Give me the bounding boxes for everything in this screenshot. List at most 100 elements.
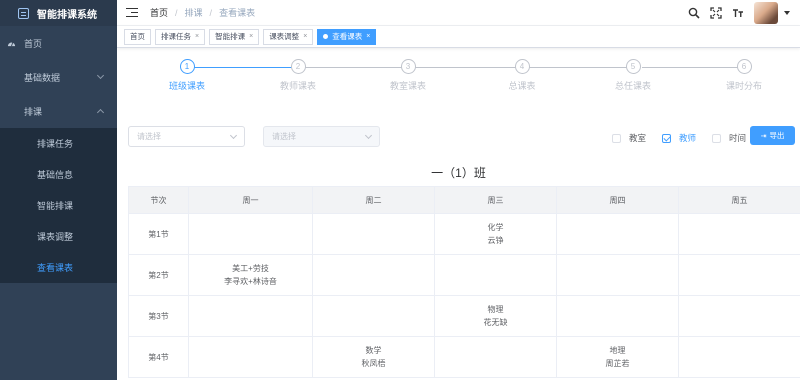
- export-button[interactable]: ⇥ 导出: [750, 126, 795, 145]
- tag-label: 查看课表: [332, 32, 363, 41]
- course-teacher: 秋凤梧: [361, 359, 386, 368]
- dashboard-icon: [7, 41, 16, 47]
- step-number: 2: [290, 59, 306, 74]
- app-logo[interactable]: 智能排课系统: [0, 0, 117, 26]
- class-select[interactable]: 请选择: [263, 126, 380, 147]
- timetable-cell[interactable]: [556, 254, 679, 296]
- hamburger-icon[interactable]: [126, 7, 138, 18]
- chevron-up-icon: [96, 108, 105, 117]
- breadcrumb-item: 查看课表: [219, 8, 256, 18]
- breadcrumb-item: 排课: [184, 8, 203, 18]
- timetable-cell[interactable]: [434, 254, 557, 296]
- sidebar-item-scheduling[interactable]: 排课: [0, 94, 117, 128]
- timetable-cell[interactable]: 美工+劳技 李寻欢+林诗音: [188, 254, 313, 296]
- timetable-cell[interactable]: [188, 213, 313, 255]
- sidebar-item-schedule-task[interactable]: 排课任务: [0, 128, 117, 159]
- caret-down-icon[interactable]: [784, 11, 790, 15]
- step-number: 4: [514, 59, 530, 74]
- tag-home[interactable]: 首页: [124, 28, 151, 45]
- checkbox-classroom[interactable]: 教室: [612, 132, 646, 144]
- step-class-timetable[interactable]: 1 班级课表: [147, 59, 227, 92]
- tag-schedule-task[interactable]: 排课任务 ×: [155, 28, 206, 45]
- step-total-timetable[interactable]: 4 总课表: [482, 59, 562, 92]
- step-classroom-timetable[interactable]: 3 教室课表: [368, 59, 448, 92]
- timetable-cell[interactable]: [556, 213, 679, 255]
- tag-label: 排课任务: [161, 32, 191, 41]
- tag-adjust[interactable]: 课表调整 ×: [263, 28, 314, 45]
- checkbox-time[interactable]: 时间: [712, 132, 746, 144]
- timetable-cell[interactable]: [678, 295, 800, 337]
- course-subject: 物理: [487, 305, 504, 314]
- tag-smart-schedule[interactable]: 智能排课 ×: [209, 28, 260, 45]
- sidebar-item-smart-schedule[interactable]: 智能排课: [0, 190, 117, 221]
- step-hours-distribution[interactable]: 6 课时分布: [704, 59, 784, 92]
- sidebar-item-label: 排课: [24, 106, 43, 117]
- sidebar-item-label: 课表调整: [37, 232, 74, 242]
- table-row: 第2节 美工+劳技 李寻欢+林诗音: [128, 254, 800, 296]
- column-header: 周五: [678, 186, 800, 214]
- timetable-cell[interactable]: 数学 秋凤梧: [312, 336, 435, 378]
- course-subject: 地理: [609, 346, 626, 355]
- timetable-cell[interactable]: [678, 213, 800, 255]
- checkbox-teacher[interactable]: 教师: [662, 132, 696, 144]
- course-subject: 数学: [365, 346, 382, 355]
- period-cell: 第1节: [128, 213, 189, 255]
- close-icon[interactable]: ×: [366, 33, 370, 40]
- chevron-down-icon: [364, 131, 373, 140]
- timetable-cell[interactable]: 物理 花无缺: [434, 295, 557, 337]
- step-number: 5: [625, 59, 641, 74]
- timetable-cell[interactable]: [434, 336, 557, 378]
- grade-select[interactable]: 请选择: [128, 126, 245, 147]
- timetable-cell[interactable]: 化学 云铮: [434, 213, 557, 255]
- timetable-cell[interactable]: [312, 254, 435, 296]
- sidebar-item-adjust[interactable]: 课表调整: [0, 221, 117, 252]
- select-placeholder: 请选择: [137, 132, 161, 141]
- timetable-cell[interactable]: [188, 336, 313, 378]
- period-cell: 第3节: [128, 295, 189, 337]
- avatar[interactable]: [754, 2, 778, 24]
- fullscreen-icon[interactable]: [710, 7, 722, 19]
- step-teacher-timetable[interactable]: 2 教师课表: [258, 59, 338, 92]
- sidebar-item-label: 查看课表: [37, 263, 74, 273]
- sidebar-item-basic-info[interactable]: 基础信息: [0, 159, 117, 190]
- timetable-cell[interactable]: [312, 295, 435, 337]
- timetable-cell[interactable]: 地理 周芷若: [556, 336, 679, 378]
- timetable: 节次 周一 周二 周三 周四 周五 第1节 化学 云铮 第2节 美工+劳技 李寻欢+林诗音…: [128, 186, 800, 378]
- breadcrumb-item[interactable]: 首页: [150, 6, 168, 19]
- close-icon[interactable]: ×: [195, 33, 199, 40]
- font-size-icon[interactable]: [732, 7, 744, 19]
- tag-view-timetable[interactable]: 查看课表 ×: [317, 28, 377, 45]
- search-icon[interactable]: [688, 7, 700, 19]
- sidebar-item-label: 智能排课: [37, 201, 74, 211]
- column-header: 周二: [312, 186, 435, 214]
- timetable-cell[interactable]: [188, 295, 313, 337]
- sidebar-submenu: 排课任务 基础信息 智能排课 课表调整 查看课表: [0, 128, 117, 283]
- checkbox-box[interactable]: [712, 133, 721, 143]
- timetable-cell[interactable]: [312, 213, 435, 255]
- sidebar-item-home[interactable]: 首页: [0, 26, 117, 60]
- navbar-actions: [688, 0, 790, 26]
- close-icon[interactable]: ×: [303, 33, 307, 40]
- checkbox-box[interactable]: [662, 133, 671, 143]
- logo-icon: [18, 7, 29, 19]
- breadcrumb: 首页 / 排课 / 查看课表: [150, 6, 255, 19]
- course-teacher: 周芷若: [605, 359, 630, 368]
- sidebar-item-basic-data[interactable]: 基础数据: [0, 60, 117, 94]
- close-icon[interactable]: ×: [249, 33, 253, 40]
- sidebar-item-label: 首页: [24, 38, 43, 49]
- step-number: 3: [400, 59, 416, 74]
- column-header: 周一: [188, 186, 313, 214]
- table-row: 第4节 数学 秋凤梧 地理 周芷若: [128, 336, 800, 378]
- timetable-cell[interactable]: [678, 254, 800, 296]
- chevron-down-icon: [96, 71, 105, 80]
- checkbox-box[interactable]: [612, 133, 621, 143]
- table-row: 第3节 物理 花无缺: [128, 295, 800, 337]
- timetable-cell[interactable]: [556, 295, 679, 337]
- step-title: 总任课表: [614, 81, 651, 91]
- step-title: 总课表: [508, 81, 536, 91]
- course-teacher: 李寻欢+林诗音: [224, 277, 277, 286]
- step-total-teaching[interactable]: 5 总任课表: [593, 59, 673, 92]
- timetable-cell[interactable]: [678, 336, 800, 378]
- export-label: 导出: [769, 131, 785, 140]
- sidebar-item-view-timetable[interactable]: 查看课表: [0, 252, 117, 283]
